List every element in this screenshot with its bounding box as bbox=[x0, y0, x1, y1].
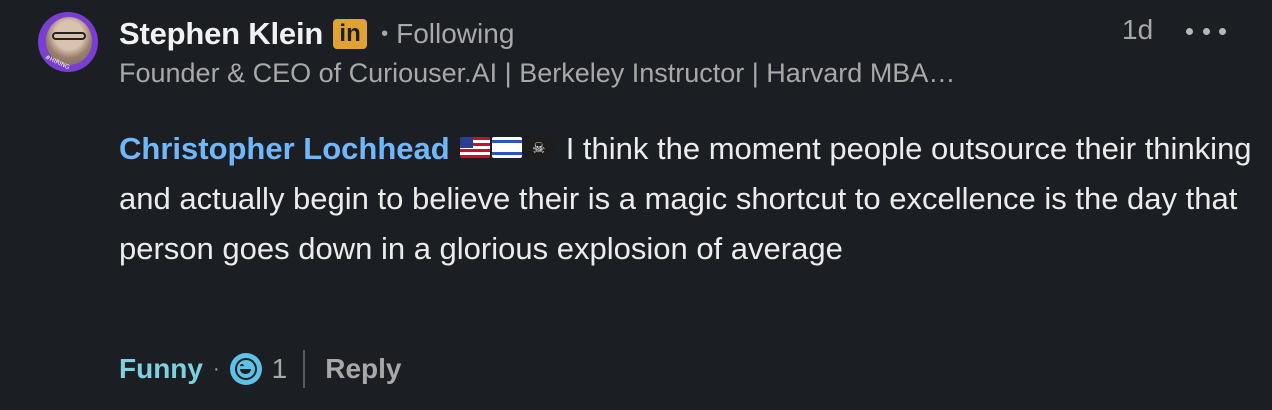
ellipsis-dot bbox=[1202, 27, 1210, 35]
us-flag-icon bbox=[459, 137, 490, 159]
reaction-count[interactable]: 1 bbox=[272, 353, 288, 385]
israel-flag-icon bbox=[491, 137, 522, 159]
comment-body: Christopher Lochhead☠I think the moment … bbox=[119, 124, 1254, 274]
ellipsis-icon[interactable] bbox=[1186, 20, 1226, 42]
ellipsis-dot bbox=[1186, 27, 1193, 35]
pirate-flag-icon: ☠ bbox=[523, 137, 554, 159]
separator-dot: · bbox=[213, 357, 220, 380]
author-headline: Founder & CEO of Curiouser.AI | Berkeley… bbox=[119, 58, 956, 88]
author-name[interactable]: Stephen Klein bbox=[119, 16, 323, 52]
laugh-face bbox=[234, 358, 257, 380]
comment-timestamp: 1d bbox=[1122, 14, 1154, 45]
comment-header: Stephen Klein in • Following bbox=[119, 14, 514, 54]
comment-item: #HIRING Stephen Klein in • Following Fou… bbox=[0, 0, 1272, 410]
following-status: Following bbox=[396, 18, 515, 49]
reaction-button[interactable]: Funny bbox=[119, 353, 203, 385]
comment-actions: Funny · 1 Reply bbox=[119, 344, 402, 394]
avatar[interactable]: #HIRING bbox=[38, 12, 98, 72]
separator-dot: • bbox=[381, 22, 389, 45]
flag-emojis: ☠ bbox=[459, 137, 554, 159]
laugh-icon[interactable] bbox=[229, 353, 262, 385]
linkedin-icon: in bbox=[333, 19, 368, 49]
divider bbox=[303, 350, 306, 388]
avatar-glasses bbox=[52, 32, 86, 40]
reply-button[interactable]: Reply bbox=[325, 353, 401, 385]
mention-link[interactable]: Christopher Lochhead bbox=[119, 131, 450, 166]
ellipsis-dot bbox=[1219, 27, 1226, 35]
